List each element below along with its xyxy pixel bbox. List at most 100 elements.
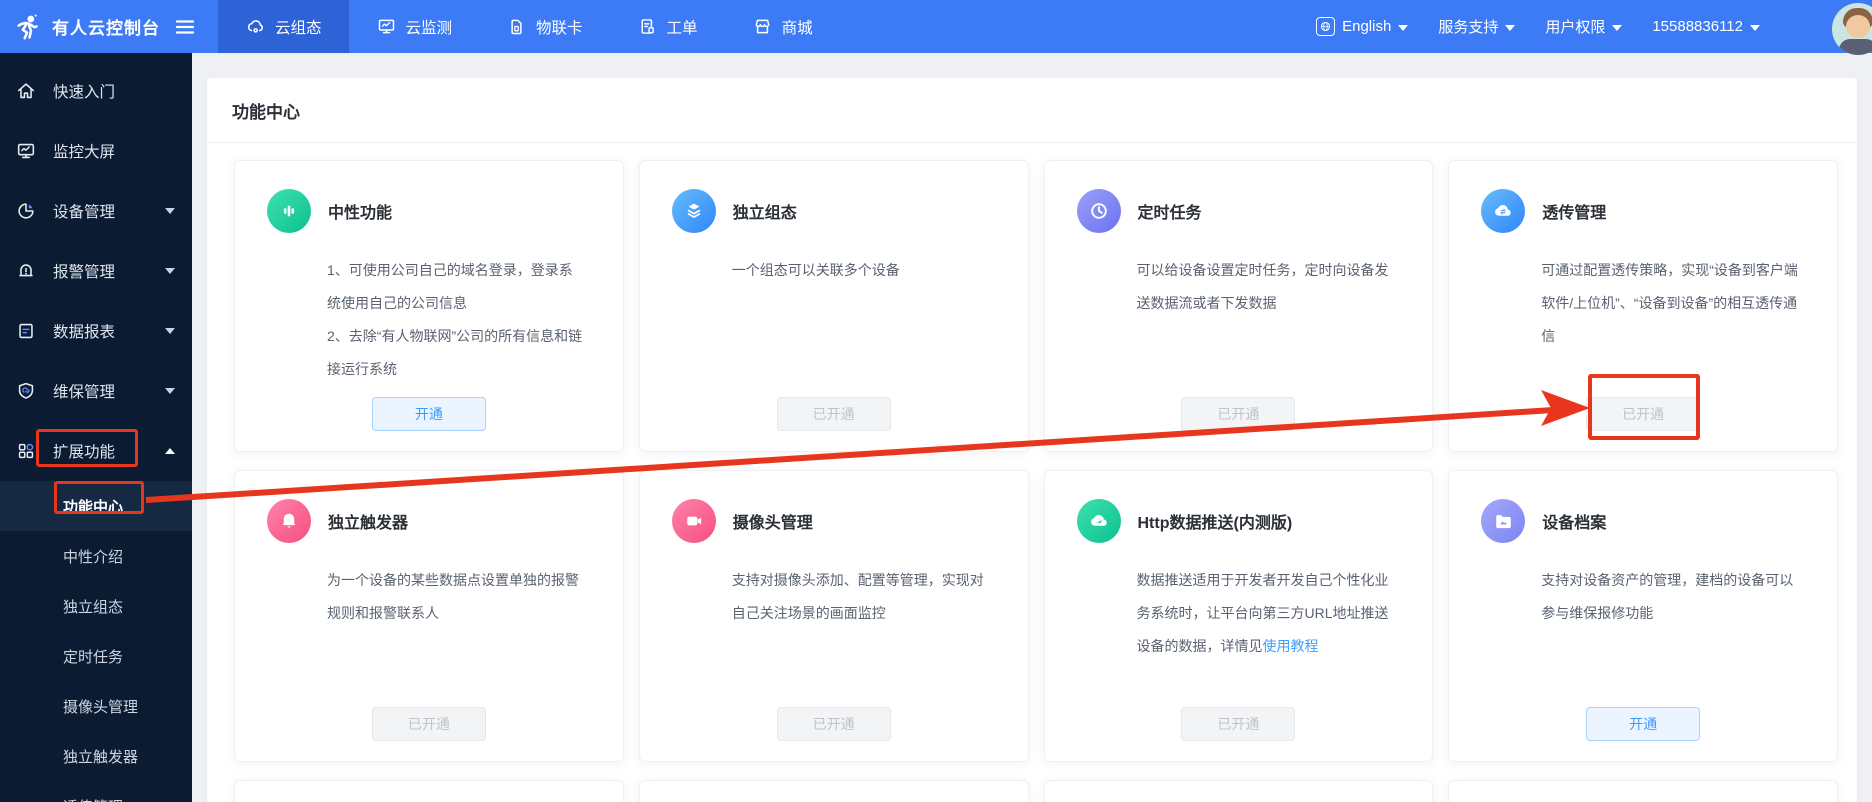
card-header: 独立触发器 [267, 499, 623, 543]
sidebar-subitem-label: 功能中心 [63, 498, 124, 516]
card-header: 中性功能 [267, 189, 623, 233]
sim-card-icon [506, 16, 527, 37]
feature-card-partial [234, 780, 624, 802]
home-icon [15, 80, 37, 102]
sidebar-subitem-label: 透传管理 [63, 796, 123, 802]
feature-card-passthrough-management: 透传管理可通过配置透传策略，实现“设备到客户端软件/上位机”、“设备到设备”的相… [1448, 160, 1838, 452]
chevron-down-icon [1505, 24, 1516, 31]
passthrough-management-button[interactable]: 已开通 [1586, 397, 1701, 431]
card-title: 设备档案 [1542, 515, 1607, 532]
sidebar-item-label: 监控大屏 [53, 144, 116, 161]
main-panel: 功能中心 中性功能 1、可使用公司自己的域名登录，登录系统使用自己的公司信息 2、… [207, 78, 1857, 802]
page-title: 功能中心 [232, 102, 300, 122]
card-title: 独立触发器 [328, 515, 409, 532]
chevron-up-icon [165, 448, 175, 454]
sidebar-item-label: 维保管理 [53, 384, 116, 401]
tab-label: 商城 [781, 19, 813, 37]
cloud-icon [245, 16, 266, 37]
card-description: 可以给设备设置定时任务，定时向设备发送数据流或者下发数据 [1136, 262, 1389, 311]
chevron-down-icon [165, 388, 175, 394]
independent-scada-button[interactable]: 已开通 [776, 397, 891, 431]
menu-label: 15588836112 [1652, 18, 1743, 35]
usr-logo-icon [13, 12, 43, 42]
feature-card-device-archive: 设备档案 支持对设备资产的管理，建档的设备可以参与维保报修功能 开通 [1448, 470, 1838, 762]
feature-card-grid: 中性功能 1、可使用公司自己的域名登录，登录系统使用自己的公司信息 2、去除“有人… [207, 143, 1857, 802]
tab-label: 物联卡 [536, 19, 583, 37]
cloud-send-icon [1076, 499, 1121, 543]
chevron-down-icon [1398, 24, 1409, 31]
hamburger-menu-icon[interactable] [173, 15, 197, 39]
sidebar-subitem-scheduled-task[interactable]: 定时任务 [0, 631, 192, 681]
menu-language[interactable]: English [1316, 17, 1409, 36]
sidebar-subitem-label: 定时任务 [63, 648, 124, 666]
card-description: 可通过配置透传策略，实现“设备到客户端软件/上位机”、“设备到设备”的相互透传通… [1541, 262, 1798, 344]
sidebar-subitem-neutral-intro[interactable]: 中性介绍 [0, 531, 192, 581]
menu-service-support[interactable]: 服务支持 [1438, 16, 1516, 37]
card-header: Http数据推送(内测版) [1076, 499, 1433, 543]
card-title: 摄像头管理 [732, 515, 813, 532]
report-icon [15, 320, 37, 342]
card-description: 支持对摄像头添加、配置等管理，实现对自己关注场景的画面监控 [731, 572, 984, 621]
sidebar-item-extension-functions[interactable]: 扩展功能 [0, 421, 192, 481]
camera-management-button[interactable]: 已开通 [776, 707, 891, 741]
app-title: 有人云控制台 [52, 19, 160, 38]
equalizer-icon [267, 189, 311, 233]
sidebar-subitem-label: 中性介绍 [63, 548, 124, 566]
menu-label: 服务支持 [1438, 19, 1499, 36]
tutorial-link[interactable]: 使用教程 [1263, 638, 1319, 654]
sidebar-subitem-label: 独立组态 [63, 598, 124, 616]
scheduled-task-button[interactable]: 已开通 [1181, 397, 1296, 431]
chevron-down-icon [1612, 24, 1623, 31]
card-description: 一个组态可以关联多个设备 [731, 262, 900, 278]
camera-icon [671, 499, 716, 543]
alarm-icon [15, 260, 37, 282]
clock-icon [1076, 189, 1121, 233]
sidebar-item-label: 设备管理 [53, 204, 116, 221]
avatar-body [1839, 39, 1872, 55]
card-header: 独立组态 [671, 189, 1028, 233]
tab-mall[interactable]: 商城 [725, 0, 840, 53]
card-title: 独立组态 [732, 205, 797, 222]
avatar-face [1846, 15, 1870, 38]
chevron-down-icon [165, 208, 175, 214]
sidebar-item-alarm-management[interactable]: 报警管理 [0, 241, 192, 301]
screen-icon [15, 140, 37, 162]
device-archive-button[interactable]: 开通 [1586, 707, 1701, 741]
sidebar-subitem-label: 摄像头管理 [63, 698, 139, 716]
folder-icon [1481, 499, 1526, 543]
neutral-function-button[interactable]: 开通 [371, 397, 486, 431]
chevron-down-icon [1750, 24, 1760, 31]
sidebar-item-data-report[interactable]: 数据报表 [0, 301, 192, 361]
sidebar-item-maintenance-management[interactable]: 维保管理 [0, 361, 192, 421]
menu-account[interactable]: 15588836112 [1652, 18, 1760, 35]
feature-card-partial [1043, 780, 1434, 802]
tab-cloud-scada[interactable]: 云组态 [218, 0, 349, 53]
card-title: 定时任务 [1137, 205, 1202, 222]
feature-card-independent-scada: 独立组态一个组态可以关联多个设备已开通 [638, 160, 1029, 452]
sidebar-item-monitor-screen[interactable]: 监控大屏 [0, 121, 192, 181]
sidebar-item-label: 扩展功能 [53, 444, 116, 461]
tab-work-order[interactable]: 工单 [610, 0, 725, 53]
sidebar-subitem-passthrough-management[interactable]: 透传管理 [0, 781, 192, 802]
card-header: 透传管理 [1481, 189, 1837, 233]
globe-icon [1316, 17, 1336, 36]
sidebar-subitem-camera-management[interactable]: 摄像头管理 [0, 681, 192, 731]
sidebar-subitem-function-center[interactable]: 功能中心 [0, 481, 192, 531]
sidebar-item-device-management[interactable]: 设备管理 [0, 181, 192, 241]
independent-trigger-button[interactable]: 已开通 [371, 707, 486, 741]
top-bar: 有人云控制台 云组态 云监测 物联卡 工单 商城 English 服务支持 用户权限 1558… [0, 0, 1872, 55]
sidebar-subitem-label: 独立触发器 [63, 748, 139, 766]
tab-cloud-monitor[interactable]: 云监测 [349, 0, 480, 53]
http-data-push-button[interactable]: 已开通 [1181, 707, 1296, 741]
feature-card-independent-trigger: 独立触发器 为一个设备的某些数据点设置单独的报警规则和报警联系人 已开通 [234, 470, 624, 762]
menu-user-permission[interactable]: 用户权限 [1545, 16, 1623, 37]
tab-label: 云组态 [275, 19, 322, 37]
sidebar-subitem-independent-scada[interactable]: 独立组态 [0, 581, 192, 631]
feature-card-http-data-push: Http数据推送(内测版) 数据推送适用于开发者开发自己个性化业务系统时，让平台向… [1043, 470, 1434, 762]
feature-card-partial [1448, 780, 1838, 802]
chevron-down-icon [165, 268, 175, 274]
sidebar-item-quick-start[interactable]: 快速入门 [0, 61, 192, 121]
tab-iot-sim-card[interactable]: 物联卡 [479, 0, 610, 53]
sidebar-subitem-independent-trigger[interactable]: 独立触发器 [0, 731, 192, 781]
feature-card-partial [638, 780, 1029, 802]
